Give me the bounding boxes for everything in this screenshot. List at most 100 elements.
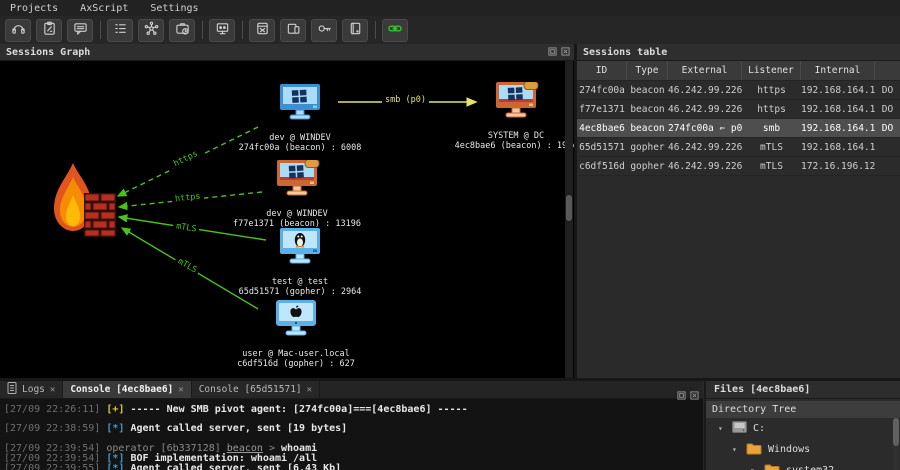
- graph-node-65d51571[interactable]: test @ test 65d51571 (gopher) : 2964: [215, 228, 385, 297]
- credentials-button[interactable]: [311, 19, 337, 42]
- column-header-type[interactable]: Type: [627, 61, 668, 80]
- chevron-down-icon[interactable]: ▾: [718, 424, 726, 433]
- notes-button[interactable]: [342, 19, 368, 42]
- tab-console-4ec8bae6[interactable]: Console [4ec8bae6] ✕: [63, 381, 191, 398]
- cell-extra: DO: [875, 119, 900, 137]
- sessions-graph-button[interactable]: [138, 19, 164, 42]
- connection-status-button[interactable]: [382, 19, 408, 42]
- close-tab-icon[interactable]: ✕: [178, 385, 183, 395]
- tree-item-label: C:: [753, 423, 765, 434]
- column-header-internal[interactable]: Internal: [801, 61, 875, 80]
- cell-type: gopher: [627, 157, 668, 175]
- node-detail: 65d51571 (gopher) : 2964: [215, 287, 385, 297]
- elevated-badge: [524, 82, 538, 90]
- cell-id: 274fc00a: [577, 81, 627, 99]
- cell-type: beacon: [627, 119, 668, 137]
- log-line: [27/09 22:26:11] [+] ----- New SMB pivot…: [4, 405, 703, 415]
- devices-icon: [286, 21, 301, 40]
- float-panel-icon[interactable]: [548, 47, 557, 59]
- graph-node-4ec8bae6[interactable]: SYSTEM @ DC 4ec8bae6 (beacon) : 1904: [431, 82, 574, 151]
- cell-internal: 192.168.164.154: [801, 138, 875, 156]
- files-vertical-scrollbar[interactable]: [893, 418, 899, 470]
- chat-button[interactable]: [67, 19, 93, 42]
- menu-axscript[interactable]: AxScript: [80, 3, 128, 14]
- chevron-down-icon[interactable]: ▾: [750, 466, 758, 470]
- cell-extra: [875, 157, 900, 175]
- toolbar-separator: [242, 21, 243, 39]
- console-output[interactable]: [27/09 22:26:11] [+] ----- New SMB pivot…: [0, 400, 703, 470]
- jobs-button[interactable]: [169, 19, 195, 42]
- table-row-4ec8bae6-selected[interactable]: 4ec8bae6 beacon 274fc00a ⇐ p0 smb 192.16…: [577, 119, 900, 138]
- column-header-cut[interactable]: [875, 61, 900, 80]
- column-header-external[interactable]: External: [668, 61, 742, 80]
- scrollbar-handle[interactable]: [893, 418, 899, 446]
- sessions-table-button[interactable]: [107, 19, 133, 42]
- graph-node-274fc00a[interactable]: dev @ WINDEV 274fc00a (beacon) : 6008: [215, 84, 385, 153]
- tree-item-c-drive[interactable]: ▾ C:: [706, 418, 900, 439]
- toolbar-separator: [202, 21, 203, 39]
- cell-type: beacon: [627, 100, 668, 118]
- sessions-table-header: Sessions table: [577, 44, 900, 61]
- targets-button[interactable]: [209, 19, 235, 42]
- chat-icon: [73, 21, 88, 40]
- close-tab-icon[interactable]: ✕: [50, 385, 55, 395]
- cell-listener: https: [742, 81, 801, 99]
- link-icon: [387, 21, 403, 40]
- menu-settings[interactable]: Settings: [150, 3, 198, 14]
- cell-listener: https: [742, 100, 801, 118]
- graph-vertical-scrollbar[interactable]: [565, 61, 573, 378]
- close-panel-icon[interactable]: [561, 47, 570, 59]
- table-row-65d51571[interactable]: 65d51571 gopher 46.242.99.226 mTLS 192.1…: [577, 138, 900, 157]
- node-name: user @ Mac-user.local: [211, 349, 381, 359]
- devices-button[interactable]: [280, 19, 306, 42]
- cell-listener: smb: [742, 119, 801, 137]
- cell-external: 274fc00a ⇐ p0: [668, 119, 742, 137]
- downloads-button[interactable]: [249, 19, 275, 42]
- column-header-id[interactable]: ID: [577, 61, 627, 80]
- windows-computer-elevated-icon: [493, 82, 539, 122]
- graph-node-f77e1371[interactable]: dev @ WINDEV f77e1371 (beacon) : 13196: [212, 160, 382, 229]
- close-tab-icon[interactable]: ✕: [307, 385, 312, 395]
- cell-internal: 192.168.164.158: [801, 119, 875, 137]
- firewall-wall-icon[interactable]: [84, 193, 116, 237]
- adaptix-client-window: Projects AxScript Settings Sessions Grap…: [0, 0, 900, 470]
- cell-listener: mTLS: [742, 138, 801, 156]
- node-name: dev @ WINDEV: [215, 133, 385, 143]
- table-row-f77e1371[interactable]: f77e1371 beacon 46.242.99.226 https 192.…: [577, 100, 900, 119]
- cell-listener: mTLS: [742, 157, 801, 175]
- console-tab-bar: Logs ✕ Console [4ec8bae6] ✕ Console [65d…: [0, 381, 703, 399]
- headset-icon: [11, 21, 26, 40]
- table-row-274fc00a[interactable]: 274fc00a beacon 46.242.99.226 https 192.…: [577, 81, 900, 100]
- table-row-c6df516d[interactable]: c6df516d gopher 46.242.99.226 mTLS 172.1…: [577, 157, 900, 176]
- node-detail: 4ec8bae6 (beacon) : 1904: [431, 141, 574, 151]
- cell-id: c6df516d: [577, 157, 627, 175]
- windows-computer-elevated-icon: [274, 160, 320, 200]
- menu-projects[interactable]: Projects: [10, 3, 58, 14]
- console-panel: Logs ✕ Console [4ec8bae6] ✕ Console [65d…: [0, 381, 703, 470]
- node-name: SYSTEM @ DC: [431, 131, 574, 141]
- headset-button[interactable]: [5, 19, 31, 42]
- sessions-graph-header: Sessions Graph: [0, 44, 574, 61]
- toolbar-separator: [375, 21, 376, 39]
- tree-item-windows[interactable]: ▾ Windows: [706, 439, 900, 460]
- linux-computer-icon: [277, 228, 323, 268]
- windows-computer-icon: [277, 84, 323, 124]
- tree-item-system32[interactable]: ▾ system32: [706, 460, 900, 470]
- chevron-down-icon[interactable]: ▾: [732, 445, 740, 454]
- column-header-listener[interactable]: Listener: [742, 61, 801, 80]
- cell-external: 46.242.99.226: [668, 157, 742, 175]
- tab-label: Console [4ec8bae6]: [70, 384, 173, 395]
- tab-console-65d51571[interactable]: Console [65d51571] ✕: [192, 381, 320, 398]
- cell-type: gopher: [627, 138, 668, 156]
- tasks-button[interactable]: [36, 19, 62, 42]
- graph-node-c6df516d[interactable]: user @ Mac-user.local c6df516d (gopher) …: [211, 300, 381, 369]
- table-header-row: ID Type External Listener Internal: [577, 61, 900, 81]
- sessions-graph-canvas[interactable]: smb (p0) https https mTLS mTLS dev @ WIN…: [0, 61, 574, 378]
- tab-logs[interactable]: Logs ✕: [0, 381, 63, 398]
- archive-box-icon: [255, 21, 270, 40]
- sessions-table-title: Sessions table: [583, 47, 667, 58]
- cell-id: f77e1371: [577, 100, 627, 118]
- toolbar-separator: [100, 21, 101, 39]
- clipboard-edit-icon: [42, 21, 57, 40]
- scrollbar-handle[interactable]: [566, 195, 572, 221]
